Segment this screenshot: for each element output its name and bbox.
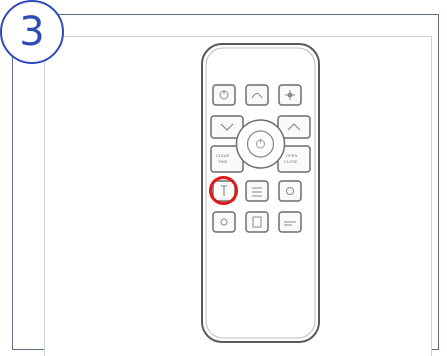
svg-text:CLOSE: CLOSE: [284, 159, 298, 164]
instruction-panel: 3 CLEAR TIME OPEN CLOSE: [0, 0, 447, 356]
light-button[interactable]: [278, 84, 302, 106]
svg-text:TIME: TIME: [218, 159, 228, 164]
ok-button: [246, 130, 275, 158]
highlight-circle: [209, 176, 238, 205]
step-number: 3: [19, 9, 45, 55]
func-button[interactable]: [278, 211, 302, 233]
settings-button[interactable]: [278, 180, 302, 202]
clear-time-label: CLEAR: [216, 153, 229, 158]
open-close-label: OPEN: [286, 153, 297, 158]
level-button[interactable]: [245, 180, 269, 202]
step-number-badge: 3: [0, 0, 64, 64]
mode-button[interactable]: [245, 84, 269, 106]
fan-button[interactable]: [212, 211, 236, 233]
menu-button[interactable]: [245, 211, 269, 233]
power-button[interactable]: [212, 84, 236, 106]
center-ring[interactable]: [235, 119, 286, 169]
